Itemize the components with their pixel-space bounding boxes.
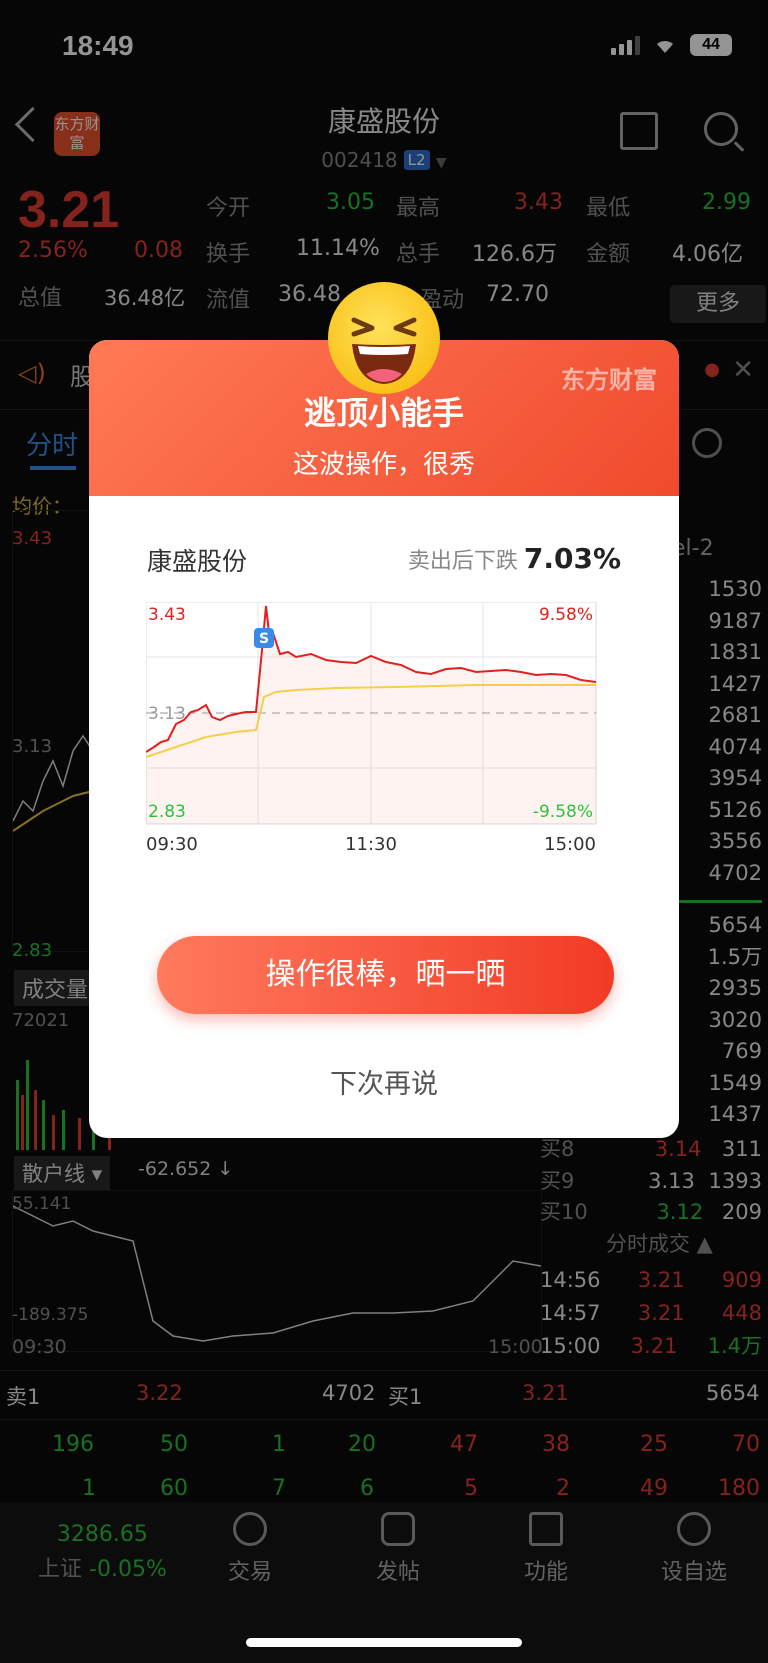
emoji-face (351, 317, 417, 384)
dismiss-link[interactable]: 下次再说 (89, 1062, 679, 1101)
home-indicator[interactable] (246, 1638, 522, 1647)
modal-stock-name: 康盛股份 (147, 547, 248, 576)
achievement-modal: 东方财富 逃顶小能手 这波操作，很秀 康盛股份 卖出后下跌 7.03% S 3.4… (89, 340, 679, 1138)
mini-time-end: 15:00 (544, 834, 596, 855)
modal-title: 逃顶小能手 (303, 394, 464, 432)
mini-pct-top: 9.58% (539, 605, 593, 625)
mini-axis-mid: 3.13 (148, 704, 186, 724)
share-button[interactable]: 操作很棒，晒一晒 (157, 936, 614, 1014)
fall-value: 7.03% (523, 542, 621, 575)
sell-marker: S (259, 631, 269, 647)
mini-time-mid: 11:30 (345, 834, 397, 855)
mini-time-start: 09:30 (146, 834, 198, 855)
modal-chart: S 3.43 3.13 2.83 9.58% -9.58% 09:30 11:3… (145, 601, 622, 872)
mini-axis-top: 3.43 (148, 605, 186, 625)
mini-axis-bottom: 2.83 (148, 802, 186, 822)
fall-label: 卖出后下跌 (407, 549, 518, 574)
modal-subtitle: 这波操作，很秀 (292, 450, 475, 480)
fall-after-sell: 卖出后下跌 7.03% (408, 542, 621, 575)
laughing-emoji-icon (328, 282, 440, 394)
mini-pct-bottom: -9.58% (533, 802, 593, 822)
modal-chart-svg: S 3.43 3.13 2.83 9.58% -9.58% 09:30 11:3… (145, 601, 597, 855)
